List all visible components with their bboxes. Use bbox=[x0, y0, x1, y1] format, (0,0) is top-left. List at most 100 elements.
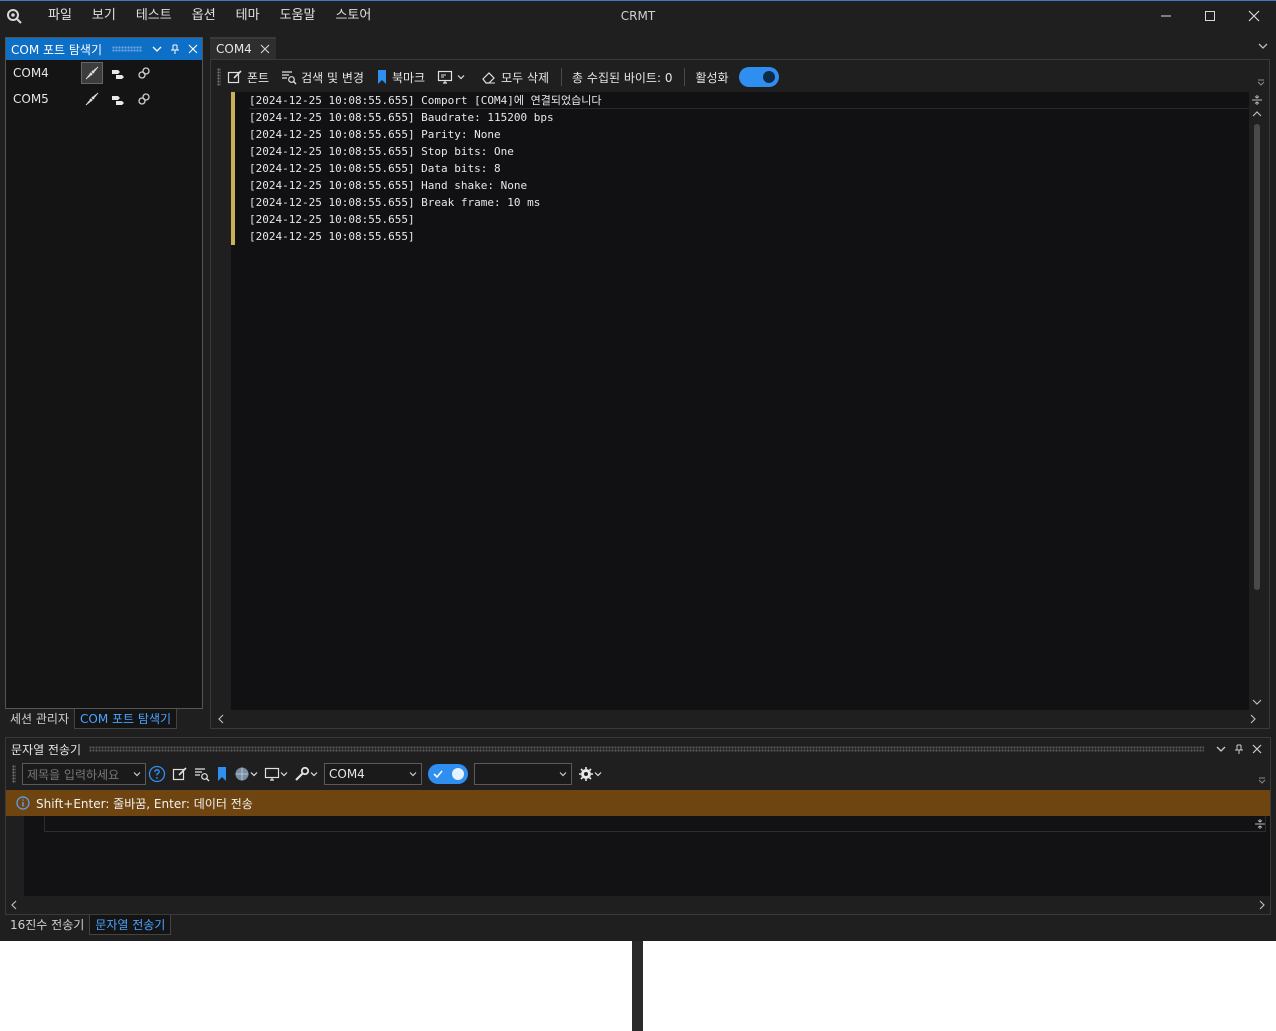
close-tab-icon[interactable] bbox=[260, 44, 270, 54]
menu-help[interactable]: 도움말 bbox=[270, 1, 326, 31]
menu-test[interactable]: 테스트 bbox=[126, 1, 182, 31]
panel-drag-grip[interactable] bbox=[89, 746, 1204, 752]
chevron-down-icon bbox=[310, 772, 318, 777]
tab-com4[interactable]: COM4 bbox=[210, 37, 276, 59]
title-combobox[interactable]: 제목을 입력하세요 bbox=[22, 763, 146, 785]
menu-bar: 파일 보기 테스트 옵션 테마 도움말 스토어 bbox=[38, 1, 381, 31]
maximize-icon bbox=[1205, 11, 1215, 21]
string-input-area[interactable] bbox=[24, 816, 1270, 896]
link-settings-icon bbox=[138, 67, 150, 79]
tab-hex-sender[interactable]: 16진수 전송기 bbox=[5, 915, 89, 935]
menu-view[interactable]: 보기 bbox=[82, 1, 126, 31]
font-button[interactable]: 폰트 bbox=[227, 69, 269, 86]
edit-icon bbox=[172, 767, 187, 781]
help-button[interactable] bbox=[148, 765, 166, 783]
menu-options[interactable]: 옵션 bbox=[182, 1, 226, 31]
scroll-down-icon[interactable] bbox=[1252, 698, 1262, 706]
search-replace-button[interactable]: 검색 및 변경 bbox=[281, 69, 364, 86]
app-logo-icon bbox=[7, 9, 22, 24]
display-mode-dropdown[interactable] bbox=[264, 766, 288, 782]
terminal-output[interactable]: [2024-12-25 10:08:55.655] Comport [COM4]… bbox=[231, 92, 1251, 710]
string-input-line[interactable] bbox=[44, 816, 1266, 832]
find-replace-icon bbox=[195, 768, 210, 782]
toolbar-overflow-icon[interactable] bbox=[1258, 776, 1266, 784]
minimize-button[interactable] bbox=[1144, 1, 1188, 31]
log-line: [2024-12-25 10:08:55.655] Baudrate: 1152… bbox=[249, 111, 554, 124]
send-enable-toggle[interactable] bbox=[428, 764, 468, 784]
scroll-left-icon[interactable] bbox=[10, 900, 18, 910]
connect-button[interactable] bbox=[107, 62, 129, 84]
tab-session-manager[interactable]: 세션 관리자 bbox=[5, 709, 74, 729]
panel-pin-button[interactable] bbox=[1230, 740, 1248, 758]
font-label: 폰트 bbox=[247, 70, 270, 85]
plug-disconnect-icon bbox=[85, 66, 99, 80]
toolbar-overflow-icon[interactable] bbox=[1257, 78, 1265, 86]
scrollbar-thumb[interactable] bbox=[1254, 124, 1260, 590]
target-port-select[interactable]: COM4 bbox=[324, 763, 422, 785]
tab-com-port-explorer[interactable]: COM 포트 탐색기 bbox=[74, 709, 178, 729]
menu-file[interactable]: 파일 bbox=[38, 1, 82, 31]
pin-icon bbox=[171, 44, 179, 54]
port-name: COM4 bbox=[13, 66, 49, 80]
bookmark-button[interactable]: 북마크 bbox=[376, 69, 425, 86]
tab-string-sender[interactable]: 문자열 전송기 bbox=[89, 915, 172, 935]
received-marker-bar bbox=[231, 92, 235, 245]
info-text: Shift+Enter: 줄바꿈, Enter: 데이터 전송 bbox=[36, 796, 253, 811]
port-row-com5[interactable]: COM5 bbox=[6, 86, 202, 112]
scroll-up-icon[interactable] bbox=[1252, 110, 1262, 118]
gear-icon bbox=[579, 767, 593, 781]
document-tabstrip: COM4 bbox=[210, 37, 1276, 59]
panel-close-button[interactable] bbox=[184, 40, 202, 58]
enable-toggle[interactable] bbox=[738, 67, 779, 87]
scroll-right-icon[interactable] bbox=[1258, 900, 1266, 910]
enable-label: 활성화 bbox=[695, 70, 729, 85]
bookmark-label: 북마크 bbox=[391, 70, 426, 85]
panel-pin-button[interactable] bbox=[166, 40, 184, 58]
log-line: [2024-12-25 10:08:55.655] Hand shake: No… bbox=[249, 179, 528, 192]
edit-button[interactable] bbox=[172, 766, 188, 782]
port-settings-button[interactable] bbox=[133, 62, 155, 84]
menu-theme[interactable]: 테마 bbox=[226, 1, 270, 31]
input-horizontal-scrollbar[interactable] bbox=[6, 896, 1270, 914]
chevron-down-icon bbox=[559, 772, 567, 777]
panel-title: 문자열 전송기 bbox=[11, 742, 82, 757]
scroll-left-icon[interactable] bbox=[217, 714, 225, 724]
log-line: [2024-12-25 10:08:55.655] Break frame: 1… bbox=[249, 196, 541, 209]
close-window-button[interactable] bbox=[1232, 1, 1276, 31]
search-replace-button[interactable] bbox=[194, 766, 210, 782]
port-settings-button[interactable] bbox=[133, 88, 155, 110]
maximize-button[interactable] bbox=[1188, 1, 1232, 31]
bookmark-button[interactable] bbox=[216, 766, 228, 782]
left-panel-tabs: 세션 관리자 COM 포트 탐색기 bbox=[5, 709, 178, 729]
bookmark-icon bbox=[218, 767, 226, 781]
macro-dropdown[interactable] bbox=[578, 766, 602, 782]
close-icon bbox=[1248, 10, 1260, 22]
terminal-horizontal-scrollbar[interactable] bbox=[213, 710, 1265, 726]
menu-store[interactable]: 스토어 bbox=[325, 1, 381, 31]
panel-drag-grip[interactable] bbox=[112, 46, 142, 52]
chevron-down-icon bbox=[280, 772, 288, 777]
display-mode-dropdown[interactable] bbox=[437, 69, 469, 85]
split-view-icon[interactable] bbox=[1254, 818, 1266, 830]
clear-all-button[interactable]: 모두 삭제 bbox=[481, 69, 549, 86]
info-bar: Shift+Enter: 줄바꿈, Enter: 데이터 전송 bbox=[6, 790, 1270, 816]
disconnect-button[interactable] bbox=[81, 62, 103, 84]
split-view-icon[interactable] bbox=[1251, 94, 1263, 106]
toolbar-grip[interactable] bbox=[217, 68, 221, 86]
connect-button[interactable] bbox=[107, 88, 129, 110]
encoding-dropdown[interactable] bbox=[234, 766, 258, 782]
window-controls bbox=[1144, 1, 1276, 31]
tools-dropdown[interactable] bbox=[294, 766, 318, 782]
panel-close-button[interactable] bbox=[1248, 740, 1266, 758]
panel-menu-button[interactable] bbox=[1212, 740, 1230, 758]
scroll-right-icon[interactable] bbox=[1249, 714, 1257, 724]
terminal-document: 폰트 검색 및 변경 북마크 모두 삭제 총 수집된 바이트: 0 활성화 [2… bbox=[210, 59, 1270, 729]
toolbar-grip[interactable] bbox=[12, 765, 16, 783]
disconnect-button[interactable] bbox=[81, 88, 103, 110]
tab-list-chevron-icon[interactable] bbox=[1258, 41, 1268, 51]
terminal-vertical-scrollbar[interactable] bbox=[1249, 92, 1265, 710]
secondary-select[interactable] bbox=[474, 763, 572, 785]
toolbar-separator bbox=[684, 68, 686, 86]
panel-menu-button[interactable] bbox=[148, 40, 166, 58]
port-row-com4[interactable]: COM4 bbox=[6, 60, 202, 86]
